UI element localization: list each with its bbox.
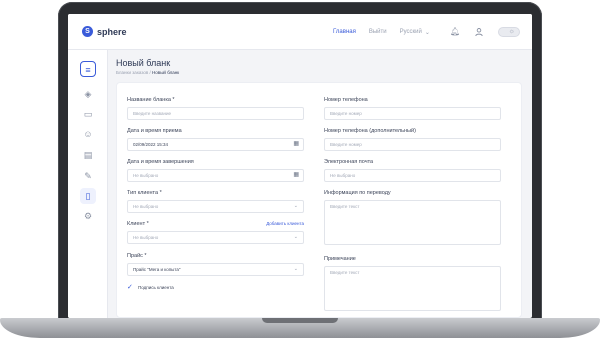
- transfer-info-textarea[interactable]: Введите текст: [324, 200, 501, 245]
- price-label: Прайс *: [127, 253, 147, 259]
- client-placeholder: Не выбрано: [133, 235, 159, 240]
- bell-icon[interactable]: 🔔︎: [450, 27, 460, 37]
- users-icon[interactable]: ☺: [80, 126, 96, 142]
- phone2-label: Номер телефона (дополнительный): [324, 128, 416, 134]
- price-select[interactable]: Прайс "Мега и копыта" ⌄: [127, 263, 304, 276]
- folder-icon[interactable]: ▭: [80, 106, 96, 122]
- client-type-select[interactable]: Не выбрано ⌄: [127, 200, 304, 213]
- email-field: Электронная почта Не выбрано: [324, 159, 501, 182]
- nav-main-link[interactable]: Главная: [333, 29, 356, 35]
- document-icon[interactable]: ▯: [80, 188, 96, 204]
- top-nav: Главная Выйти Русский ⌄: [333, 14, 430, 50]
- phone-input[interactable]: Введите номер: [324, 107, 501, 120]
- email-label: Электронная почта: [324, 159, 374, 165]
- laptop-notch: [262, 318, 338, 323]
- completed-placeholder: Не выбрано: [133, 173, 159, 178]
- signature-checkbox-row[interactable]: ✓ Подпись клиента: [127, 284, 174, 291]
- price-value: Прайс "Мега и копыта": [133, 267, 181, 272]
- nav-logout-link[interactable]: Выйти: [369, 29, 387, 35]
- top-bar: S sphere Главная Выйти Русский ⌄ 🔔︎ ☼: [68, 14, 532, 50]
- completed-datetime-input[interactable]: Не выбрано ▦: [127, 169, 304, 182]
- sun-icon: ☼: [508, 28, 515, 35]
- transfer-info-field: Информация по переводу Введите текст: [324, 190, 501, 245]
- calendar-icon[interactable]: ▦: [293, 170, 299, 181]
- client-select[interactable]: Не выбрано ⌄: [127, 231, 304, 244]
- add-client-link[interactable]: Добавить клиента: [266, 221, 304, 226]
- logo-icon: S: [82, 26, 93, 37]
- phone2-input[interactable]: Введите номер: [324, 138, 501, 151]
- logo-text: sphere: [97, 26, 127, 37]
- chevron-down-icon: ⌄: [293, 203, 298, 209]
- user-icon[interactable]: [474, 27, 484, 37]
- received-datetime-input[interactable]: 02/09/2022 15:34 ▦: [127, 138, 304, 151]
- sidebar: ≡ ◈ ▭ ☺ ▤ ✎ ▯ ⚙: [68, 50, 108, 318]
- logo[interactable]: S sphere: [82, 26, 127, 37]
- app-screen: S sphere Главная Выйти Русский ⌄ 🔔︎ ☼ ≡: [68, 14, 532, 318]
- received-label: Дата и время приема: [127, 128, 182, 134]
- note-label: Примечание: [324, 256, 356, 262]
- email-input[interactable]: Не выбрано: [324, 169, 501, 182]
- menu-icon[interactable]: ≡: [80, 61, 96, 77]
- layers-icon[interactable]: ◈: [80, 86, 96, 102]
- breadcrumb: Бланки заказов / Новый бланк: [116, 70, 179, 75]
- client-type-field: Тип клиента * Не выбрано ⌄: [127, 190, 304, 213]
- breadcrumb-separator: /: [149, 70, 151, 75]
- checkbox-checked-icon[interactable]: ✓: [127, 284, 134, 291]
- page-title: Новый бланк: [116, 58, 171, 68]
- completed-label: Дата и время завершения: [127, 159, 194, 165]
- client-type-placeholder: Не выбрано: [133, 204, 159, 209]
- note-textarea[interactable]: Введите текст: [324, 266, 501, 311]
- chevron-down-icon: ⌄: [293, 266, 298, 272]
- price-field: Прайс * Прайс "Мега и копыта" ⌄: [127, 253, 304, 276]
- calendar-icon[interactable]: ▦: [293, 139, 299, 150]
- completed-field: Дата и время завершения Не выбрано ▦: [127, 159, 304, 182]
- name-field: Название бланка * Введите название: [127, 97, 304, 120]
- document-edit-icon[interactable]: ✎: [80, 168, 96, 184]
- language-select[interactable]: Русский ⌄: [400, 29, 430, 36]
- phone-field: Номер телефона Введите номер: [324, 97, 501, 120]
- breadcrumb-parent[interactable]: Бланки заказов: [116, 70, 148, 75]
- theme-toggle[interactable]: ☼: [498, 27, 520, 37]
- received-field: Дата и время приема 02/09/2022 15:34 ▦: [127, 128, 304, 151]
- chevron-down-icon: ⌄: [424, 29, 430, 36]
- received-value: 02/09/2022 15:34: [133, 142, 169, 147]
- chevron-down-icon: ⌄: [293, 234, 298, 240]
- phone2-field: Номер телефона (дополнительный) Введите …: [324, 128, 501, 151]
- name-label: Название бланка *: [127, 97, 175, 103]
- note-field: Примечание Введите текст: [324, 256, 501, 311]
- transfer-info-label: Информация по переводу: [324, 190, 391, 196]
- language-label: Русский: [399, 29, 422, 35]
- breadcrumb-current: Новый бланк: [152, 70, 180, 75]
- client-type-label: Тип клиента *: [127, 190, 162, 196]
- signature-label: Подпись клиента: [138, 285, 174, 290]
- name-input[interactable]: Введите название: [127, 107, 304, 120]
- settings-icon[interactable]: ⚙: [80, 208, 96, 224]
- form-card: Название бланка * Введите название Дата …: [116, 82, 522, 318]
- client-field: Клиент * Добавить клиента Не выбрано ⌄: [127, 221, 304, 244]
- id-card-icon[interactable]: ▤: [80, 147, 96, 163]
- laptop-frame: S sphere Главная Выйти Русский ⌄ 🔔︎ ☼ ≡: [0, 0, 600, 338]
- phone-label: Номер телефона: [324, 97, 368, 103]
